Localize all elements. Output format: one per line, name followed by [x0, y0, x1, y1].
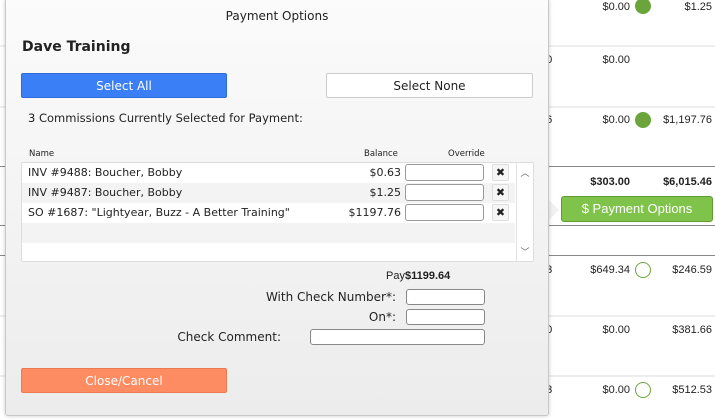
check-number-input[interactable] [406, 289, 485, 305]
cell: $512.53 [672, 384, 712, 396]
override-input[interactable] [405, 204, 484, 221]
item-balance: $0.63 [369, 166, 402, 179]
check-comment-label: Check Comment: [177, 330, 281, 344]
override-input[interactable] [405, 164, 484, 181]
item-name: SO #1687: "Lightyear, Buzz - A Better Tr… [28, 206, 290, 219]
scroll-up-icon[interactable]: ︿ [517, 166, 533, 179]
column-header-override: Override [448, 149, 485, 159]
cell: $0.00 [602, 114, 630, 126]
override-input[interactable] [405, 184, 484, 201]
popover-arrow [549, 200, 559, 220]
pay-total: Pay$1199.64 [386, 270, 450, 282]
list-item: INV #9488: Boucher, Bobby $0.63 ✖ [22, 163, 515, 183]
list-item: SO #1687: "Lightyear, Buzz - A Better Tr… [22, 203, 515, 223]
check-number-label: With Check Number*: [265, 290, 396, 304]
item-balance: $1197.76 [348, 206, 402, 219]
item-name: INV #9487: Boucher, Bobby [28, 186, 183, 199]
check-date-label: On*: [368, 310, 396, 324]
select-all-button[interactable]: Select All [21, 73, 227, 98]
payment-options-button[interactable]: $ Payment Options [561, 196, 713, 222]
item-name: INV #9488: Boucher, Bobby [28, 166, 183, 179]
cell: $0.00 [602, 1, 630, 13]
cell: $1,197.76 [663, 114, 712, 126]
cell: $0.00 [602, 324, 630, 336]
column-header-name: Name [29, 149, 55, 159]
commission-list: INV #9488: Boucher, Bobby $0.63 ✖ INV #9… [21, 162, 534, 262]
scroll-down-icon[interactable]: ﹀ [517, 245, 533, 258]
scrollbar[interactable]: ︿ ﹀ [516, 163, 533, 261]
total-cell: $6,015.46 [663, 176, 712, 188]
item-balance: $1.25 [369, 186, 402, 199]
cell: $1.25 [684, 1, 712, 13]
pay-label: Pay [386, 270, 405, 282]
cell: $0.00 [602, 54, 630, 66]
total-cell: $303.00 [590, 176, 630, 188]
select-none-button[interactable]: Select None [326, 73, 533, 98]
empty-row [22, 223, 515, 243]
check-date-input[interactable] [406, 309, 485, 325]
dialog-title: Payment Options [225, 9, 329, 23]
selected-count: 3 Commissions Currently Selected for Pay… [28, 111, 303, 125]
remove-icon[interactable]: ✖ [492, 204, 509, 221]
payment-options-dialog: Payment Options Dave Training Select All… [5, 0, 549, 416]
cell: $0.00 [602, 384, 630, 396]
list-item: INV #9487: Boucher, Bobby $1.25 ✖ [22, 183, 515, 203]
remove-icon[interactable]: ✖ [492, 184, 509, 201]
cell: $381.66 [672, 324, 712, 336]
remove-icon[interactable]: ✖ [492, 164, 509, 181]
payee-name: Dave Training [22, 39, 131, 55]
pay-amount: $1199.64 [404, 270, 451, 282]
cell: $649.34 [590, 264, 630, 276]
close-cancel-button[interactable]: Close/Cancel [21, 368, 227, 393]
column-header-balance: Balance [364, 149, 398, 159]
cell: $246.59 [672, 264, 712, 276]
check-comment-input[interactable] [310, 329, 485, 345]
